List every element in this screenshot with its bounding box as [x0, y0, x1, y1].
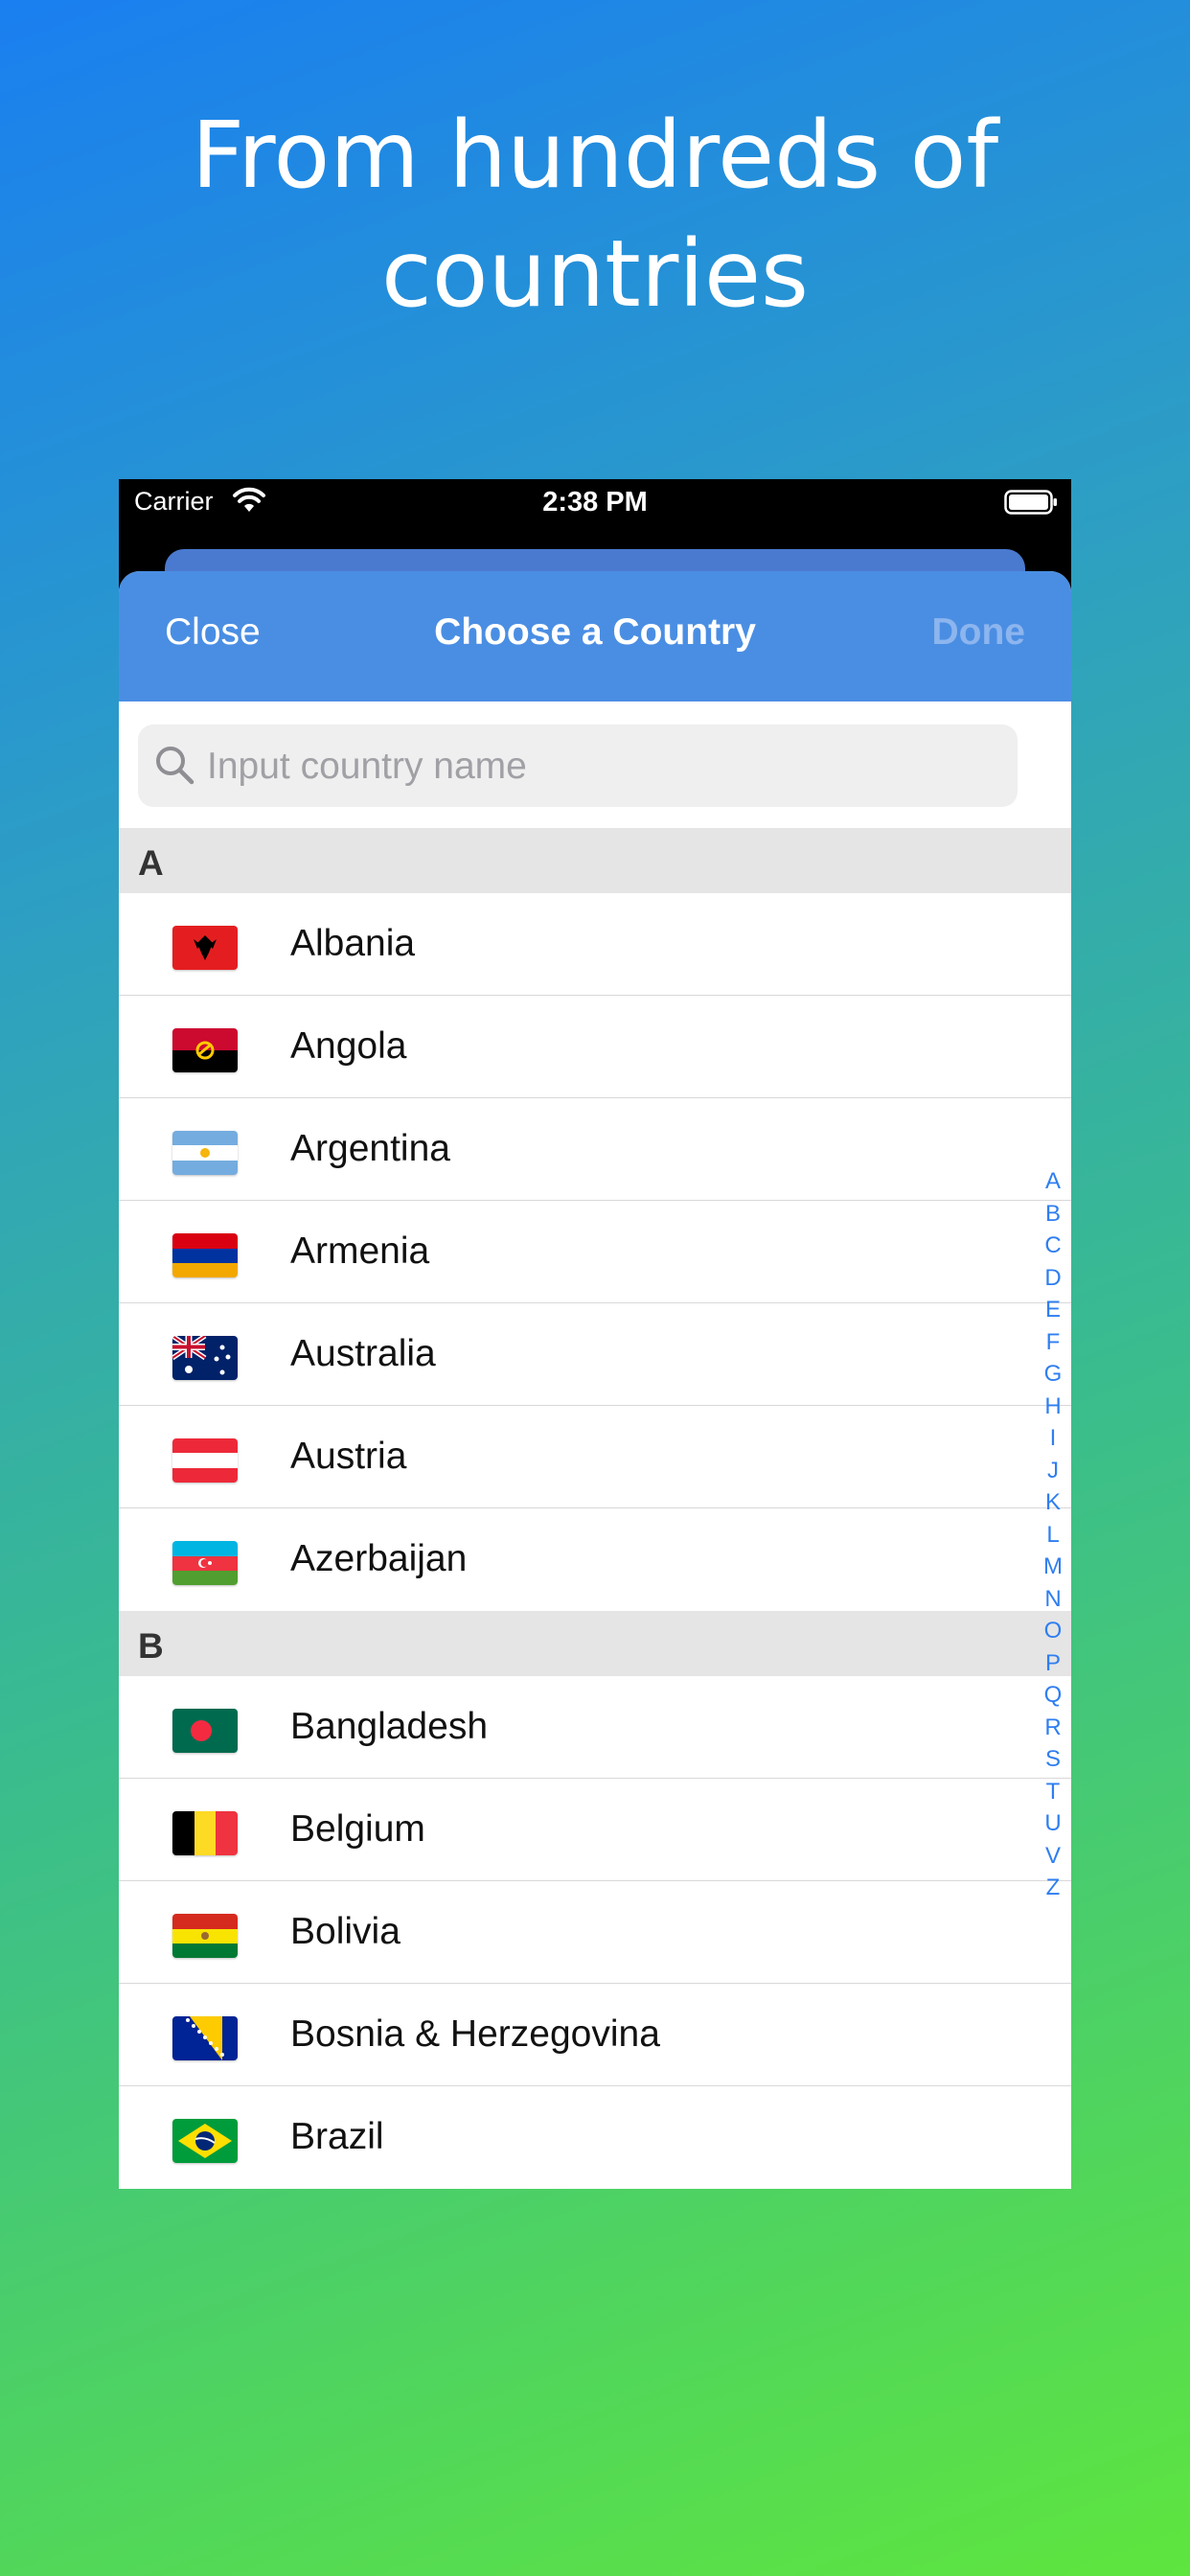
argentina-flag-icon	[172, 1131, 238, 1175]
country-picker-sheet: Close Choose a Country Done A	[119, 571, 1071, 2189]
country-row-bangladesh[interactable]: Bangladesh	[119, 1676, 1071, 1779]
index-letter-e[interactable]: E	[1039, 1294, 1067, 1326]
country-row-albania[interactable]: Albania	[119, 893, 1071, 996]
country-name: Australia	[290, 1333, 436, 1374]
headline-line-2: countries	[380, 220, 810, 328]
country-name: Belgium	[290, 1808, 425, 1850]
section-index-bar[interactable]: ABCDEFGHIJKLMNOPQRSTUVZ	[1039, 1165, 1067, 1904]
albania-flag-icon	[172, 926, 238, 970]
country-row-australia[interactable]: Australia	[119, 1303, 1071, 1406]
country-row-bosnia-herzegovina[interactable]: Bosnia & Herzegovina	[119, 1984, 1071, 2086]
index-letter-q[interactable]: Q	[1039, 1679, 1067, 1712]
country-row-armenia[interactable]: Armenia	[119, 1201, 1071, 1303]
index-letter-k[interactable]: K	[1039, 1486, 1067, 1519]
index-letter-o[interactable]: O	[1039, 1615, 1067, 1647]
index-letter-m[interactable]: M	[1039, 1551, 1067, 1583]
search-bar	[119, 702, 1071, 828]
country-row-brazil[interactable]: Brazil	[119, 2086, 1071, 2189]
bolivia-flag-icon	[172, 1914, 238, 1958]
country-name: Argentina	[290, 1128, 450, 1169]
country-name: Bangladesh	[290, 1706, 489, 1747]
index-letter-b[interactable]: B	[1039, 1198, 1067, 1230]
index-letter-h[interactable]: H	[1039, 1391, 1067, 1423]
belgium-flag-icon	[172, 1811, 238, 1855]
status-bar: Carrier 2:38 PM	[119, 479, 1071, 527]
index-letter-a[interactable]: A	[1039, 1165, 1067, 1198]
index-letter-u[interactable]: U	[1039, 1807, 1067, 1840]
index-letter-d[interactable]: D	[1039, 1262, 1067, 1295]
index-letter-j[interactable]: J	[1039, 1455, 1067, 1487]
battery-icon	[1004, 490, 1058, 518]
index-letter-r[interactable]: R	[1039, 1712, 1067, 1744]
section-letter: B	[138, 1626, 164, 1666]
index-letter-l[interactable]: L	[1039, 1519, 1067, 1552]
search-input[interactable]	[205, 724, 995, 809]
search-field[interactable]	[138, 724, 1018, 809]
country-row-austria[interactable]: Austria	[119, 1406, 1071, 1508]
country-name: Albania	[290, 923, 416, 964]
headline-line-1: From hundreds of	[191, 102, 999, 209]
country-name: Bolivia	[290, 1911, 400, 1952]
index-letter-c[interactable]: C	[1039, 1230, 1067, 1262]
done-button[interactable]: Done	[932, 611, 1026, 654]
status-time: 2:38 PM	[542, 487, 648, 518]
index-letter-s[interactable]: S	[1039, 1743, 1067, 1776]
navigation-bar: Close Choose a Country Done	[119, 571, 1071, 702]
bangladesh-flag-icon	[172, 1709, 238, 1753]
country-name: Angola	[290, 1025, 407, 1067]
country-row-angola[interactable]: Angola	[119, 996, 1071, 1098]
index-letter-n[interactable]: N	[1039, 1583, 1067, 1616]
index-letter-f[interactable]: F	[1039, 1326, 1067, 1359]
index-letter-z[interactable]: Z	[1039, 1872, 1067, 1904]
index-letter-v[interactable]: V	[1039, 1840, 1067, 1873]
brazil-flag-icon	[172, 2119, 238, 2163]
section-letter: A	[138, 843, 164, 883]
country-row-bolivia[interactable]: Bolivia	[119, 1881, 1071, 1984]
azerbaijan-flag-icon	[172, 1541, 238, 1585]
country-row-azerbaijan[interactable]: Azerbaijan	[119, 1508, 1071, 1611]
index-letter-p[interactable]: P	[1039, 1647, 1067, 1680]
section-header-b: B	[119, 1611, 1071, 1676]
country-row-argentina[interactable]: Argentina	[119, 1098, 1071, 1201]
index-letter-g[interactable]: G	[1039, 1358, 1067, 1391]
country-row-belgium[interactable]: Belgium	[119, 1779, 1071, 1881]
nav-title: Choose a Country	[434, 611, 756, 653]
index-letter-t[interactable]: T	[1039, 1776, 1067, 1808]
angola-flag-icon	[172, 1028, 238, 1072]
country-name: Austria	[290, 1436, 407, 1477]
search-icon	[153, 744, 195, 790]
country-name: Azerbaijan	[290, 1538, 468, 1579]
armenia-flag-icon	[172, 1233, 238, 1277]
section-header-a: A	[119, 828, 1071, 893]
bosnia-herzegovina-flag-icon	[172, 2016, 238, 2060]
australia-flag-icon	[172, 1336, 238, 1380]
austria-flag-icon	[172, 1438, 238, 1483]
index-letter-i[interactable]: I	[1039, 1422, 1067, 1455]
country-list: A Albania Angola Argentina Armenia Austr…	[119, 828, 1071, 2189]
country-name: Armenia	[290, 1230, 430, 1272]
country-name: Brazil	[290, 2116, 384, 2157]
headline: From hundreds of countries	[0, 96, 1190, 334]
phone-screen: Carrier 2:38 PM Close Choose a Country D…	[119, 479, 1071, 2189]
country-name: Bosnia & Herzegovina	[290, 2013, 660, 2055]
